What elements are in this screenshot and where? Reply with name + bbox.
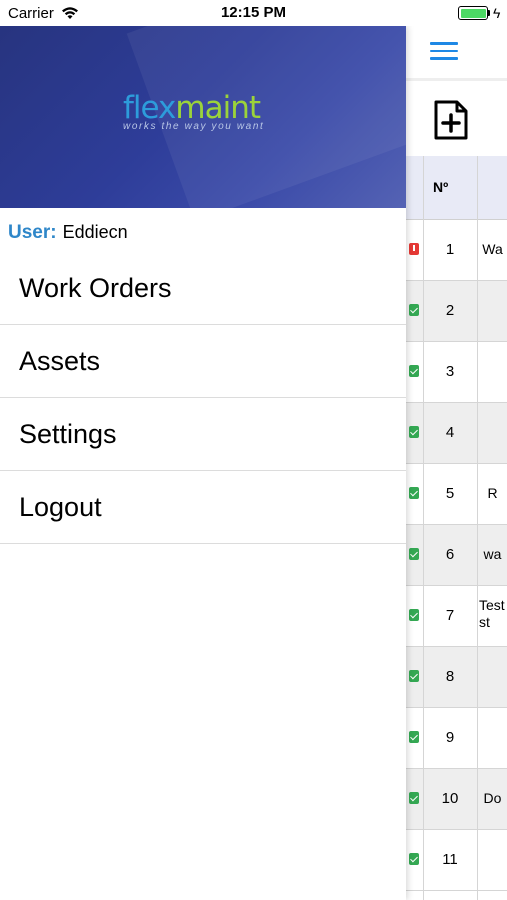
row-description: wa	[483, 546, 502, 562]
user-label: User:	[8, 222, 57, 243]
table-row[interactable]: 6 wa	[406, 525, 507, 586]
user-name: Eddiecn	[62, 222, 128, 242]
row-description: R	[487, 485, 498, 501]
completed-status-icon	[409, 487, 419, 499]
row-number: 4	[445, 424, 455, 441]
column-header-number: Nº	[433, 179, 449, 195]
completed-status-icon	[409, 365, 419, 377]
completed-status-icon	[409, 792, 419, 804]
add-document-icon[interactable]	[432, 100, 470, 140]
menu-item-settings[interactable]: Settings	[0, 398, 406, 471]
row-number: 8	[445, 668, 455, 685]
drawer-menu: Work Orders Assets Settings Logout	[0, 252, 406, 544]
user-info: User: Eddiecn	[8, 222, 128, 244]
flexmaint-logo: flexmaint works the way you want	[123, 92, 283, 142]
completed-status-icon	[409, 609, 419, 621]
table-row[interactable]: 5R	[406, 464, 507, 525]
table-row[interactable]: 8	[406, 647, 507, 708]
row-number: 1	[445, 241, 455, 258]
table-row[interactable]: 7 Testst	[406, 586, 507, 647]
logo-tagline: works the way you want	[123, 121, 265, 132]
menu-item-logout[interactable]: Logout	[0, 471, 406, 544]
row-number: 9	[445, 729, 455, 746]
row-description: Testst	[479, 597, 505, 630]
column-divider	[423, 156, 424, 900]
row-number: 6	[445, 546, 455, 563]
completed-status-icon	[409, 548, 419, 560]
row-number: 11	[442, 851, 458, 868]
table-row[interactable]: 3	[406, 342, 507, 403]
row-number: 3	[445, 363, 455, 380]
completed-status-icon	[409, 731, 419, 743]
work-orders-table: Nº 1 Wa 2 3 4 5 R 6 wa 7 Testst 8 9 10 Do 11	[406, 156, 507, 900]
row-description: Do	[483, 790, 502, 806]
alert-status-icon	[409, 243, 419, 255]
table-row[interactable]: 4	[406, 403, 507, 464]
navigation-drawer: flexmaint works the way you want User: Ed…	[0, 26, 406, 900]
battery-cap	[488, 10, 490, 16]
menu-item-assets[interactable]: Assets	[0, 325, 406, 398]
table-row[interactable]: 11	[406, 830, 507, 891]
row-number: 10	[441, 790, 459, 807]
nav-divider	[406, 78, 507, 81]
battery-icon	[458, 6, 488, 20]
completed-status-icon	[409, 304, 419, 316]
drawer-banner: flexmaint works the way you want	[0, 26, 406, 208]
row-number: 5	[445, 485, 455, 502]
completed-status-icon	[409, 670, 419, 682]
table-row[interactable]: 10 Do	[406, 769, 507, 830]
work-orders-screen: Nº 1 Wa 2 3 4 5 R 6 wa 7 Testst 8 9 10 Do 11	[406, 26, 507, 900]
clock: 12:15 PM	[220, 4, 287, 21]
completed-status-icon	[409, 426, 419, 438]
menu-item-work-orders[interactable]: Work Orders	[0, 252, 406, 325]
row-number: 2	[445, 302, 455, 319]
table-row[interactable]: 1 Wa	[406, 220, 507, 281]
charging-bolt-icon: ϟ	[493, 5, 501, 21]
status-bar: Carrier 12:15 PM ϟ	[0, 0, 507, 26]
row-number: 7	[445, 607, 455, 624]
table-row[interactable]: 2	[406, 281, 507, 342]
column-divider	[477, 156, 478, 900]
row-description: Wa	[482, 241, 503, 257]
completed-status-icon	[409, 853, 419, 865]
table-row[interactable]: 9	[406, 708, 507, 769]
table-header: Nº	[406, 156, 507, 220]
hamburger-menu-icon[interactable]	[430, 42, 458, 62]
